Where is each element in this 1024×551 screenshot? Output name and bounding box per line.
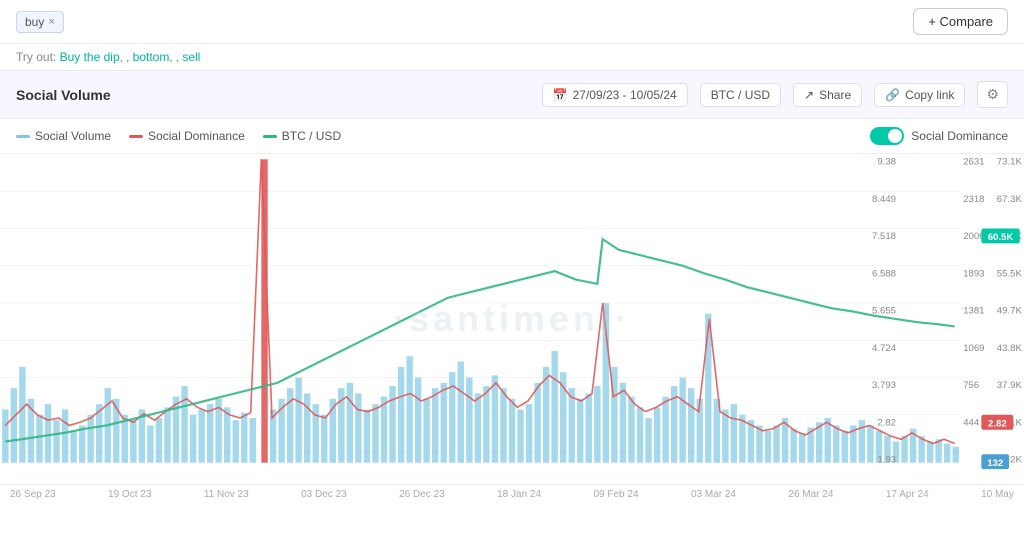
- svg-text:4.724: 4.724: [872, 343, 897, 354]
- legend-toggle: Social Dominance: [870, 127, 1008, 145]
- buy-tag-label: buy: [25, 15, 44, 29]
- svg-text:6.588: 6.588: [872, 268, 896, 279]
- svg-text:5.655: 5.655: [872, 306, 896, 317]
- svg-text:2318: 2318: [963, 194, 984, 205]
- try-out-prefix: Try out:: [16, 50, 56, 64]
- svg-text:444: 444: [963, 417, 980, 428]
- btc-usd-dot: [263, 135, 277, 138]
- share-icon: ↗: [804, 88, 814, 102]
- chart-controls: 📅 27/09/23 - 10/05/24 BTC / USD ↗ Share …: [542, 81, 1008, 108]
- chart-svg: 2631 2318 2006 1893 1381 1069 756 444 9.…: [0, 154, 1024, 484]
- svg-text:3.793: 3.793: [872, 380, 896, 391]
- svg-text:55.5K: 55.5K: [997, 268, 1023, 279]
- svg-text:2631: 2631: [963, 157, 984, 168]
- svg-text:2.82: 2.82: [988, 419, 1007, 430]
- try-out-bar: Try out: Buy the dip, bottom, sell: [0, 44, 1024, 70]
- legend-item-social-volume: Social Volume: [16, 129, 111, 143]
- svg-text:132: 132: [987, 458, 1003, 469]
- share-button[interactable]: ↗ Share: [793, 83, 862, 107]
- date-range-label: 27/09/23 - 10/05/24: [573, 88, 677, 102]
- compare-button[interactable]: + Compare: [913, 8, 1008, 35]
- x-label-dec03: 03 Dec 23: [301, 489, 347, 500]
- chart-title: Social Volume: [16, 87, 111, 103]
- chart-area: ·santiment·: [0, 154, 1024, 484]
- settings-button[interactable]: ⚙: [977, 81, 1008, 108]
- svg-text:9.38: 9.38: [877, 157, 896, 168]
- pair-button[interactable]: BTC / USD: [700, 83, 781, 107]
- x-label-may24: 10 May: [981, 489, 1014, 500]
- svg-text:1069: 1069: [963, 343, 984, 354]
- svg-text:2.82: 2.82: [877, 417, 896, 428]
- try-out-link-sell[interactable]: sell: [182, 50, 200, 64]
- legend-social-dominance-label: Social Dominance: [148, 129, 245, 143]
- toggle-label: Social Dominance: [911, 129, 1008, 143]
- chart-header: Social Volume 📅 27/09/23 - 10/05/24 BTC …: [0, 70, 1024, 119]
- share-label: Share: [819, 88, 851, 102]
- x-label-oct23: 19 Oct 23: [108, 489, 151, 500]
- social-dominance-toggle[interactable]: [870, 127, 904, 145]
- svg-text:73.1K: 73.1K: [997, 157, 1023, 168]
- svg-text:8.449: 8.449: [872, 194, 896, 205]
- svg-text:43.8K: 43.8K: [997, 343, 1023, 354]
- x-label-apr24: 17 Apr 24: [886, 489, 929, 500]
- top-bar: buy × + Compare: [0, 0, 1024, 44]
- x-label-feb24: 09 Feb 24: [593, 489, 638, 500]
- x-label-sep23: 26 Sep 23: [10, 489, 56, 500]
- svg-text:37.9K: 37.9K: [997, 380, 1023, 391]
- svg-text:1893: 1893: [963, 268, 984, 279]
- legend-item-btc-usd: BTC / USD: [263, 129, 341, 143]
- svg-text:1.93: 1.93: [877, 455, 896, 466]
- copy-link-button[interactable]: 🔗 Copy link: [874, 83, 965, 107]
- legend-bar: Social Volume Social Dominance BTC / USD…: [0, 119, 1024, 154]
- social-volume-dot: [16, 135, 30, 138]
- svg-text:7.518: 7.518: [872, 231, 896, 242]
- svg-text:756: 756: [963, 380, 979, 391]
- legend-item-social-dominance: Social Dominance: [129, 129, 245, 143]
- svg-text:1381: 1381: [963, 306, 984, 317]
- try-out-link-bottom[interactable]: bottom: [133, 50, 176, 64]
- calendar-icon: 📅: [553, 88, 568, 102]
- close-icon[interactable]: ×: [48, 16, 54, 28]
- legend-items: Social Volume Social Dominance BTC / USD: [16, 129, 341, 143]
- x-label-nov23: 11 Nov 23: [204, 489, 249, 500]
- date-range-picker[interactable]: 📅 27/09/23 - 10/05/24: [542, 83, 688, 107]
- x-label-mar03: 03 Mar 24: [691, 489, 736, 500]
- social-dominance-dot: [129, 135, 143, 138]
- link-icon: 🔗: [885, 88, 900, 102]
- top-bar-left: buy ×: [16, 11, 64, 33]
- legend-social-volume-label: Social Volume: [35, 129, 111, 143]
- svg-text:60.5K: 60.5K: [988, 232, 1014, 243]
- x-axis-bar: 26 Sep 23 19 Oct 23 11 Nov 23 03 Dec 23 …: [0, 484, 1024, 504]
- svg-text:67.3K: 67.3K: [997, 194, 1023, 205]
- x-label-jan24: 18 Jan 24: [497, 489, 541, 500]
- buy-tag[interactable]: buy ×: [16, 11, 64, 33]
- try-out-link-buy-the-dip[interactable]: Buy the dip: [60, 50, 126, 64]
- svg-text:49.7K: 49.7K: [997, 306, 1023, 317]
- copy-label: Copy link: [905, 88, 954, 102]
- x-label-dec26: 26 Dec 23: [399, 489, 445, 500]
- x-label-mar26: 26 Mar 24: [788, 489, 833, 500]
- legend-btc-usd-label: BTC / USD: [282, 129, 341, 143]
